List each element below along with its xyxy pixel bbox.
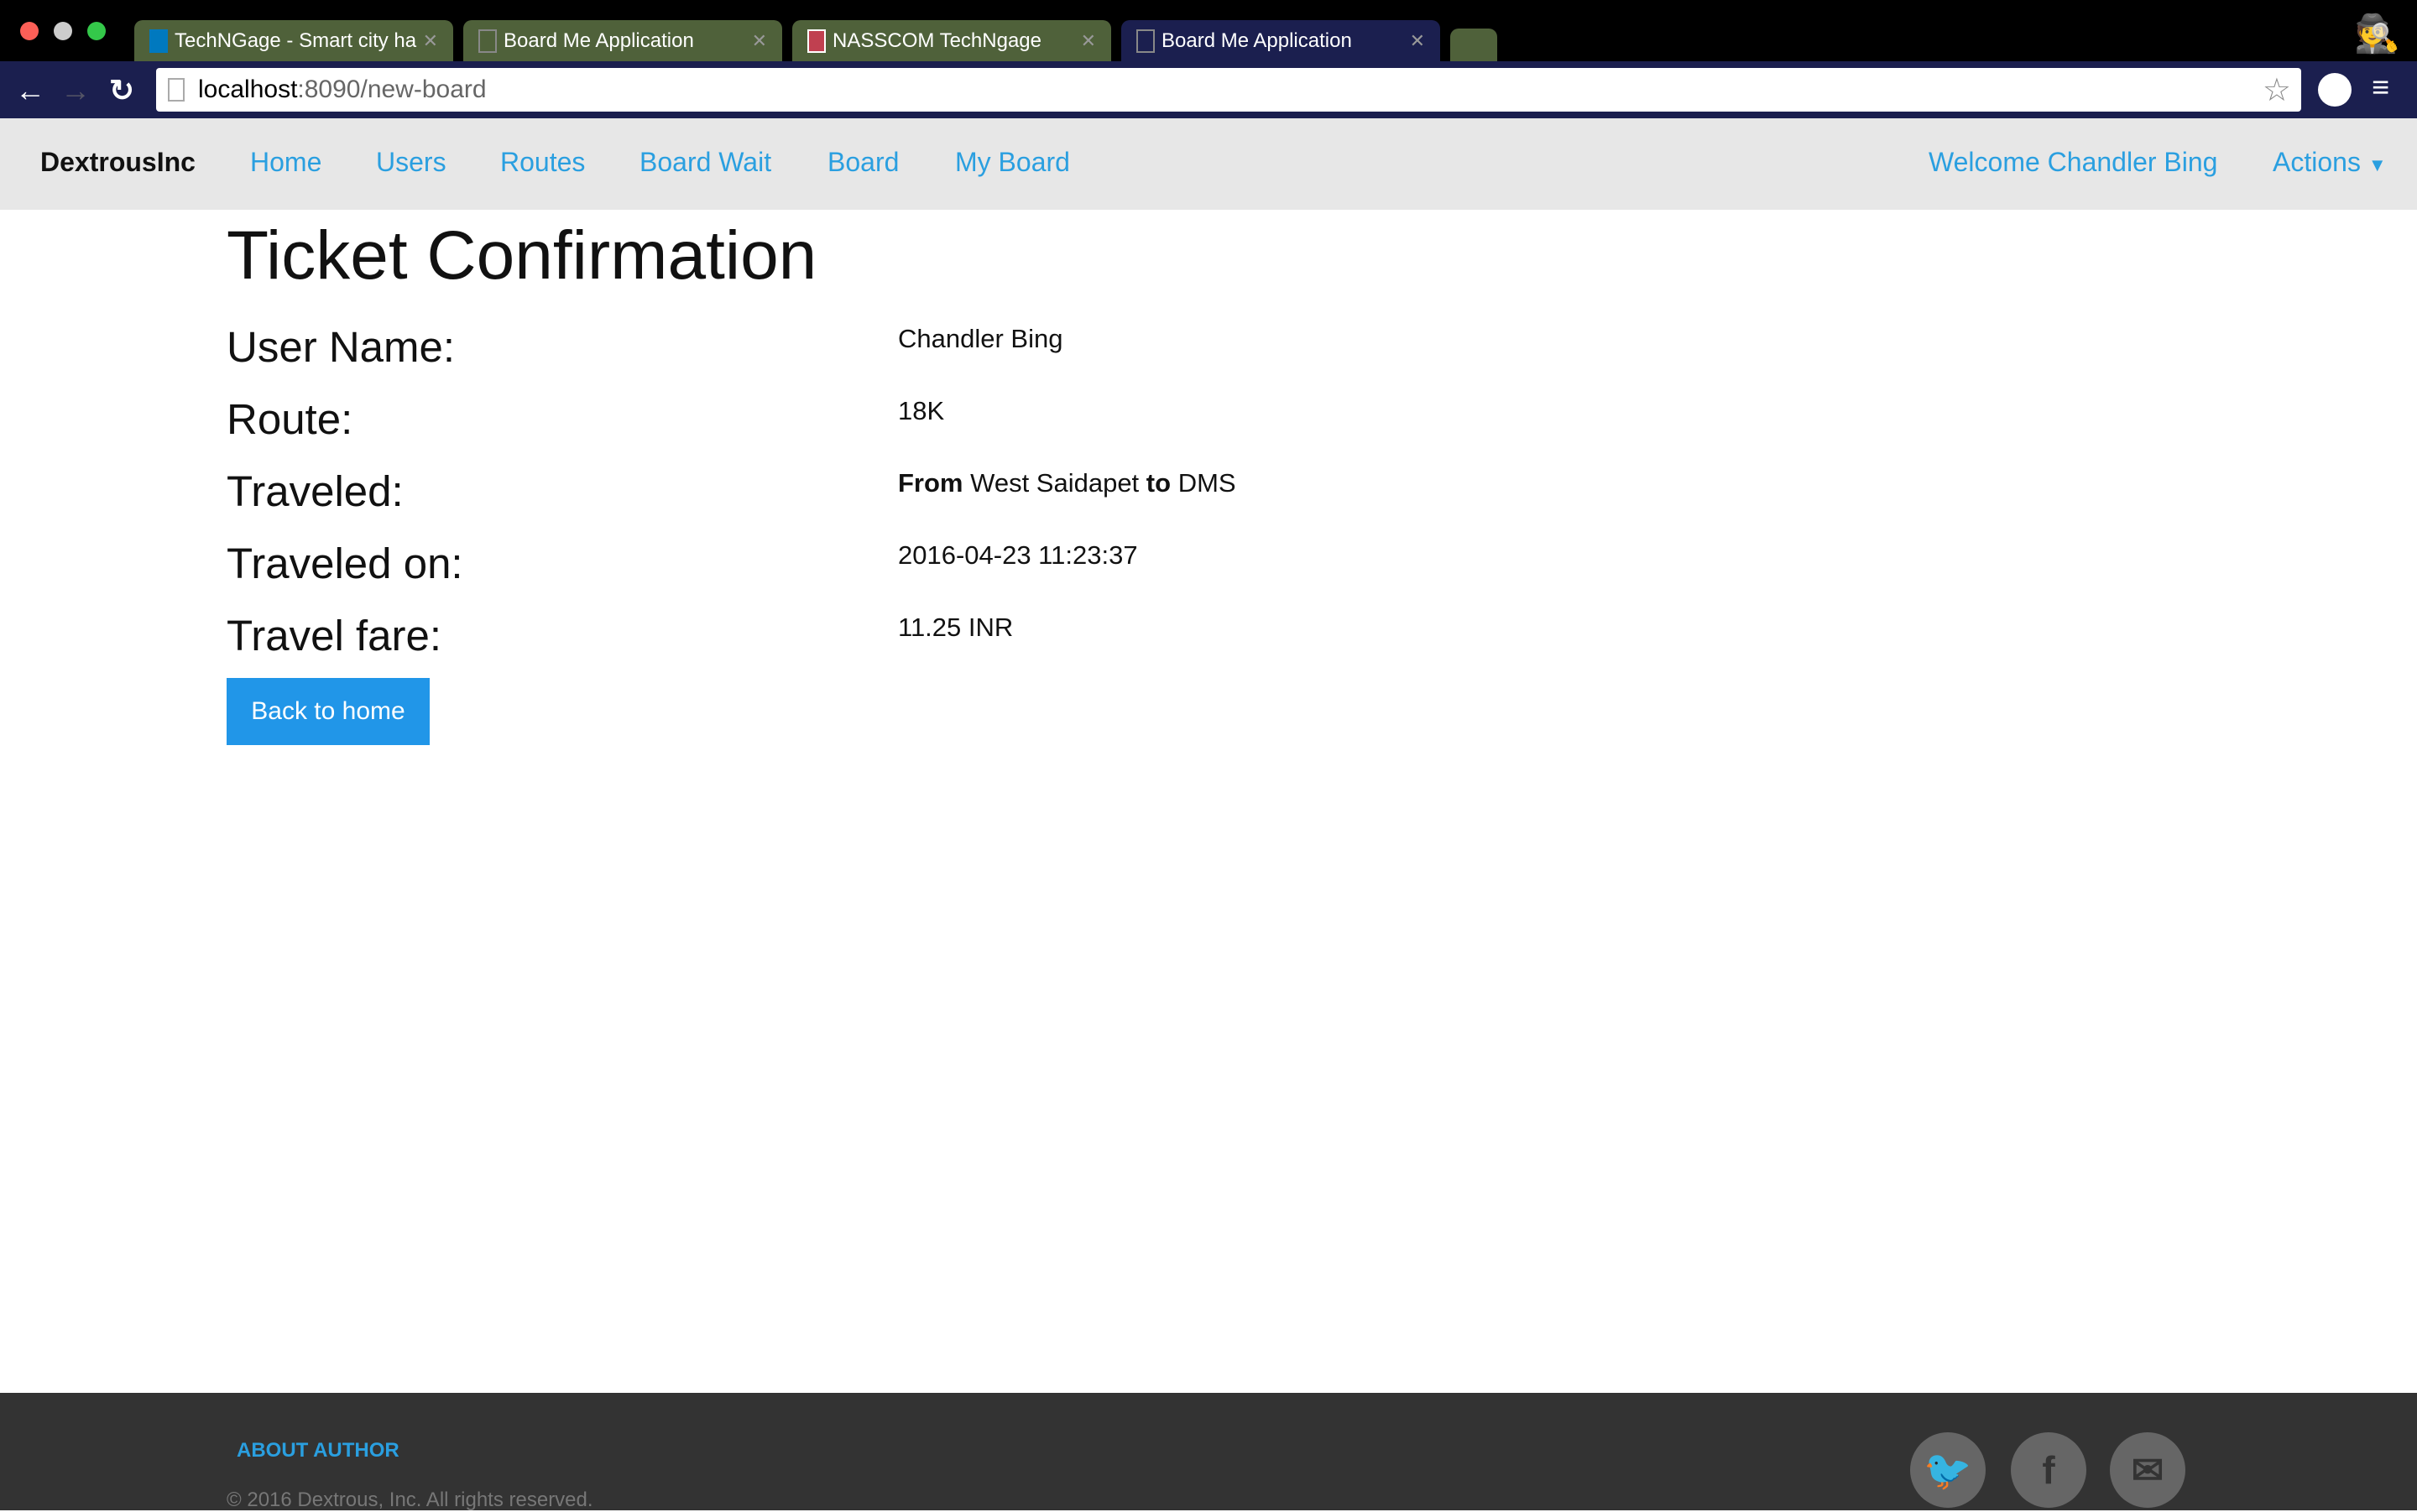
incognito-icon: 🕵 bbox=[2354, 13, 2400, 55]
forward-arrow-icon[interactable]: → bbox=[60, 73, 91, 108]
maximize-window-button[interactable] bbox=[87, 22, 106, 40]
tab-title: Board Me Application bbox=[504, 29, 694, 52]
bookmark-star-icon[interactable]: ☆ bbox=[2263, 71, 2291, 109]
brand-logo[interactable]: DextrousInc bbox=[40, 147, 196, 178]
new-tab-button[interactable] bbox=[1450, 29, 1497, 62]
from-stop: West Saidapet bbox=[970, 468, 1140, 498]
nav-routes[interactable]: Routes bbox=[500, 147, 585, 178]
browser-tab[interactable]: Board Me Application ✕ bbox=[463, 20, 782, 62]
reload-icon[interactable]: ↻ bbox=[109, 73, 134, 108]
route-label: Route: bbox=[227, 395, 353, 443]
actions-dropdown[interactable]: Actions ▼ bbox=[2273, 147, 2387, 178]
back-to-home-button[interactable]: Back to home bbox=[227, 678, 430, 745]
page-favicon-icon bbox=[1136, 29, 1155, 53]
nav-home[interactable]: Home bbox=[250, 147, 321, 178]
travel-fare-value: 11.25 INR bbox=[898, 613, 1014, 642]
tab-title: Board Me Application bbox=[1162, 29, 1352, 52]
page-icon bbox=[168, 78, 185, 102]
menu-icon[interactable]: ≡ bbox=[2372, 70, 2389, 105]
close-window-button[interactable] bbox=[20, 22, 39, 40]
trello-favicon-icon bbox=[149, 29, 168, 53]
caret-down-icon: ▼ bbox=[2367, 154, 2387, 175]
traveled-on-value: 2016-04-23 11:23:37 bbox=[898, 540, 1138, 570]
close-tab-icon[interactable]: ✕ bbox=[752, 30, 767, 52]
close-tab-icon[interactable]: ✕ bbox=[423, 30, 438, 52]
address-bar[interactable]: localhost:8090/new-board ☆ bbox=[156, 68, 2301, 112]
tab-title: NASSCOM TechNgage bbox=[833, 29, 1041, 52]
footer: ABOUT AUTHOR © 2016 Dextrous, Inc. All r… bbox=[0, 1393, 2417, 1511]
nav-board[interactable]: Board bbox=[827, 147, 899, 178]
copyright-text: © 2016 Dextrous, Inc. All rights reserve… bbox=[227, 1489, 593, 1511]
tab-title: TechNGage - Smart city ha bbox=[175, 29, 417, 52]
url-host: localhost bbox=[198, 76, 298, 103]
extension-icon[interactable] bbox=[2318, 73, 2352, 107]
to-stop: DMS bbox=[1177, 468, 1236, 498]
browser-tab-active[interactable]: Board Me Application ✕ bbox=[1121, 20, 1440, 62]
nav-board-wait[interactable]: Board Wait bbox=[639, 147, 771, 178]
user-name-value: Chandler Bing bbox=[898, 324, 1063, 353]
close-tab-icon[interactable]: ✕ bbox=[1081, 30, 1096, 52]
close-tab-icon[interactable]: ✕ bbox=[1410, 30, 1425, 52]
route-value: 18K bbox=[898, 396, 945, 425]
traveled-label: Traveled: bbox=[227, 467, 404, 515]
travel-fare-label: Travel fare: bbox=[227, 612, 442, 660]
facebook-icon[interactable]: f bbox=[2011, 1432, 2086, 1508]
site-navbar: DextrousInc Home Users Routes Board Wait… bbox=[0, 118, 2417, 210]
email-icon[interactable]: ✉ bbox=[2110, 1432, 2185, 1508]
actions-label: Actions bbox=[2273, 147, 2361, 177]
minimize-window-button[interactable] bbox=[54, 22, 72, 40]
browser-tab[interactable]: NASSCOM TechNgage ✕ bbox=[792, 20, 1111, 62]
page-title: Ticket Confirmation bbox=[227, 217, 817, 294]
traveled-value: From West Saidapet to DMS bbox=[898, 468, 1236, 498]
back-arrow-icon[interactable]: ← bbox=[15, 73, 45, 108]
to-label: to bbox=[1146, 468, 1172, 498]
nav-users[interactable]: Users bbox=[376, 147, 446, 178]
nav-my-board[interactable]: My Board bbox=[955, 147, 1070, 178]
from-label: From bbox=[898, 468, 963, 498]
nasscom-favicon-icon bbox=[807, 29, 826, 53]
twitter-icon[interactable]: 🐦 bbox=[1910, 1432, 1986, 1508]
user-name-label: User Name: bbox=[227, 323, 456, 371]
about-author-link[interactable]: ABOUT AUTHOR bbox=[237, 1439, 399, 1462]
page-favicon-icon bbox=[478, 29, 497, 53]
browser-tab[interactable]: TechNGage - Smart city ha ✕ bbox=[134, 20, 453, 62]
browser-toolbar: ← → ↻ localhost:8090/new-board ☆ ≡ bbox=[0, 61, 2417, 118]
browser-tab-bar: TechNGage - Smart city ha ✕ Board Me Appl… bbox=[0, 0, 2417, 62]
url-path: :8090/new-board bbox=[297, 76, 487, 103]
welcome-user-link[interactable]: Welcome Chandler Bing bbox=[1929, 147, 2217, 178]
traveled-on-label: Traveled on: bbox=[227, 540, 463, 587]
